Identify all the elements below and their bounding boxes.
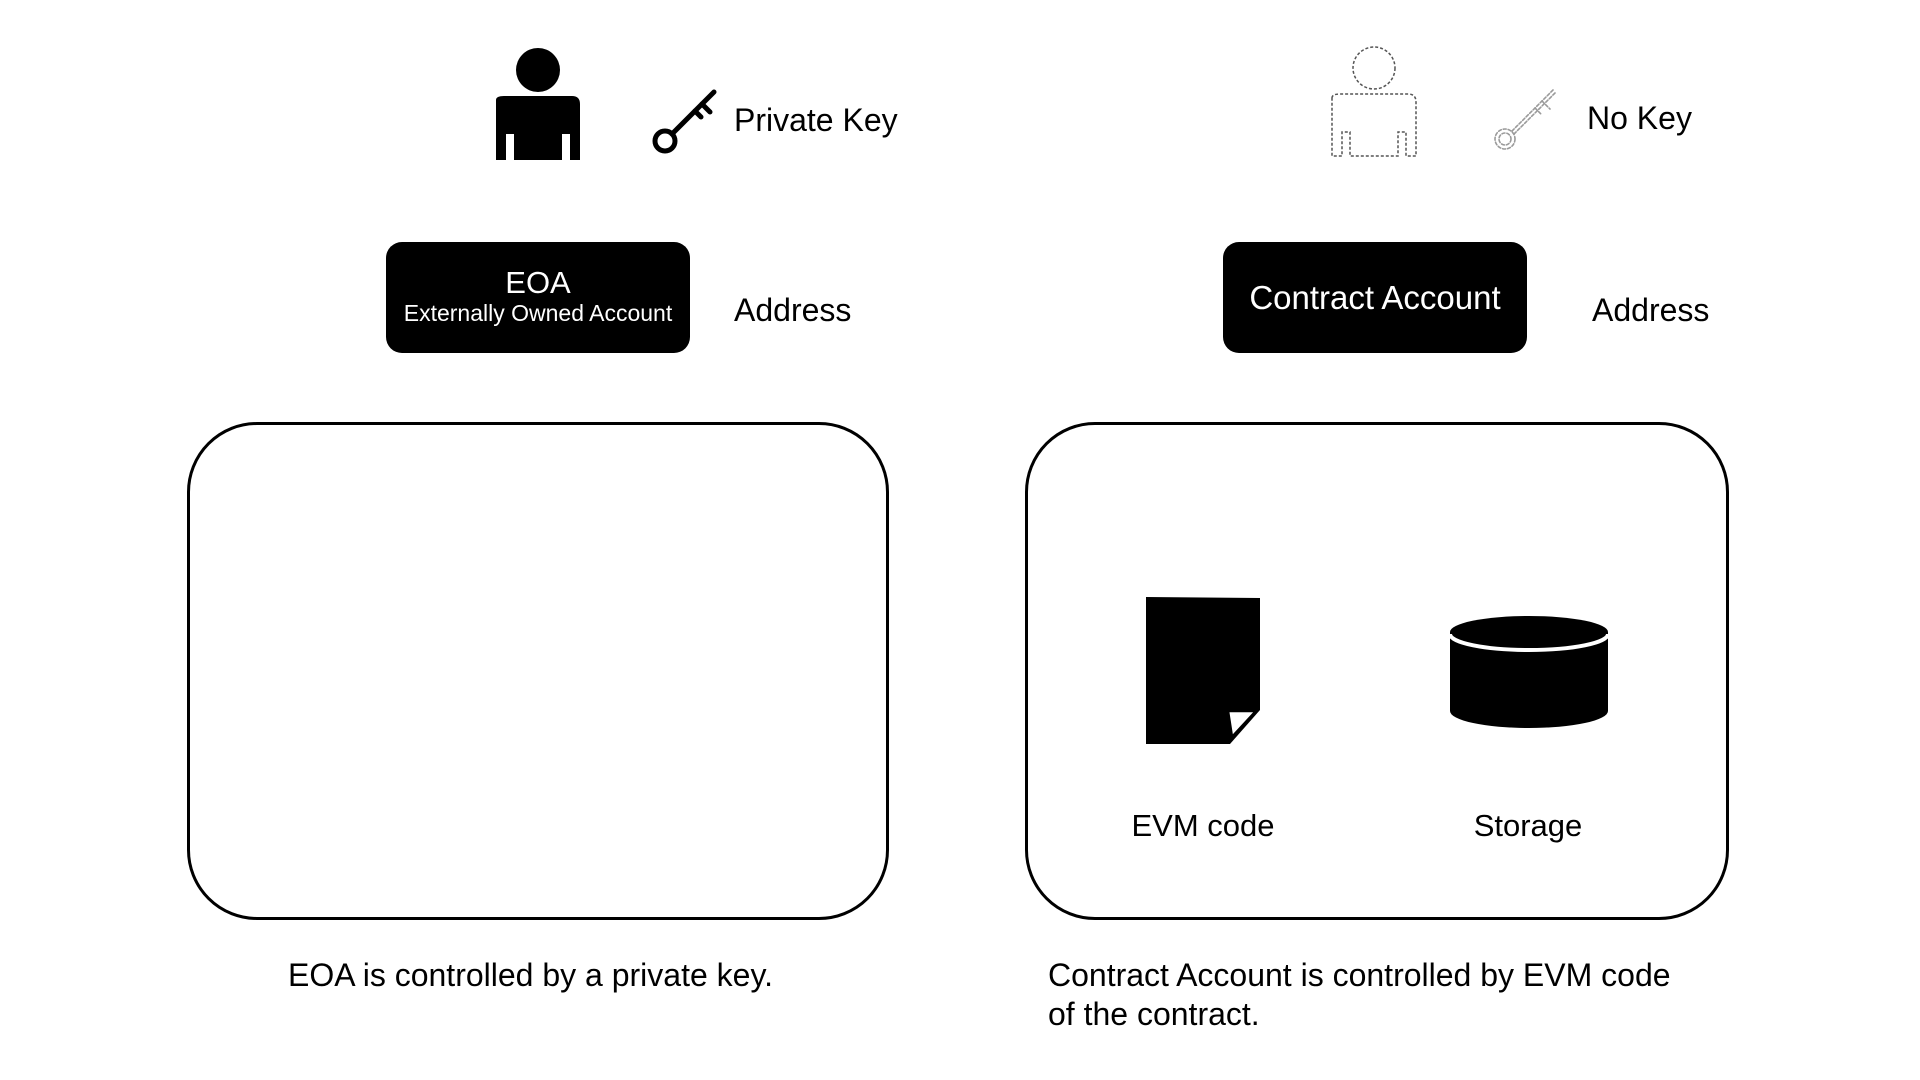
eoa-key-label: Private Key [734,102,898,138]
faded-key-icon [1490,84,1560,154]
eoa-box-title: EOA [505,265,571,301]
storage-label: Storage [1473,808,1583,843]
eoa-box-subtitle: Externally Owned Account [403,299,673,326]
evm-code-label: EVM code [1131,808,1275,843]
contract-panel [1025,422,1729,920]
contract-caption: Contract Account is controlled by EVM co… [1048,956,1671,1034]
document-icon [1144,595,1264,747]
contract-box-title: Contract Account [1249,278,1501,316]
contract-key-label: No Key [1587,100,1692,136]
contract-address-label: Address [1592,292,1710,328]
dashed-person-icon [1326,46,1422,158]
key-icon [650,86,720,156]
eoa-panel [187,422,889,920]
eoa-account-box: EOA Externally Owned Account [386,242,690,353]
contract-account-box: Contract Account [1223,242,1527,353]
contract-caption-line-1: Contract Account is controlled by EVM co… [1048,957,1671,993]
person-icon [490,48,586,160]
database-icon [1447,610,1611,732]
contract-caption-line-2: of the contract. [1048,996,1260,1032]
eoa-address-label: Address [734,292,852,328]
eoa-caption: EOA is controlled by a private key. [288,957,773,993]
